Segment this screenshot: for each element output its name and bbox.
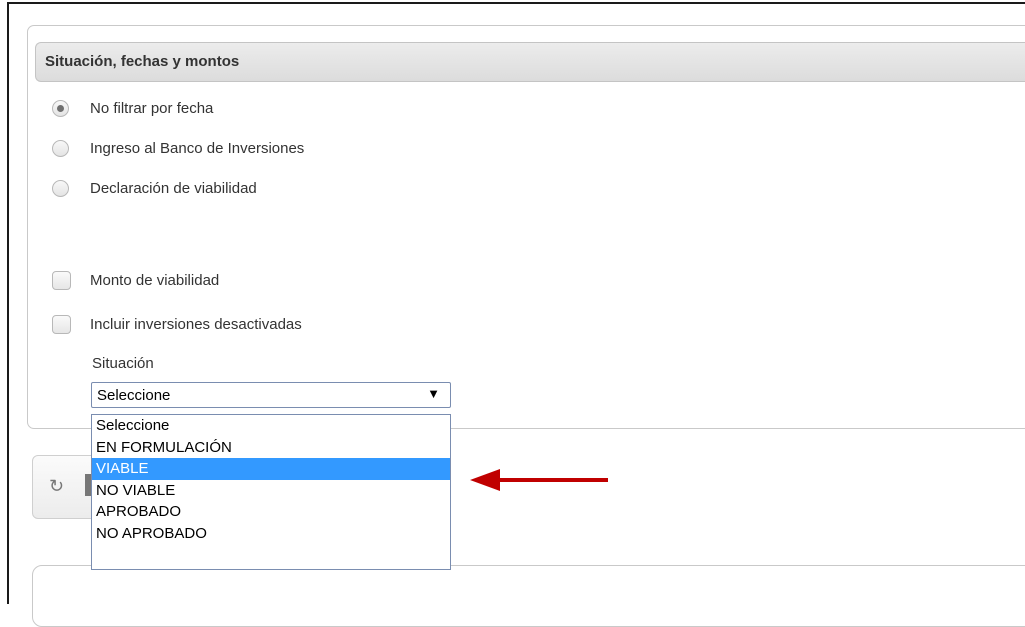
checkbox-label: Monto de viabilidad <box>90 271 220 289</box>
select-value: Seleccione <box>97 387 171 404</box>
situacion-select[interactable]: Seleccione ▼ <box>91 382 451 408</box>
refresh-button[interactable]: ↻ <box>32 455 100 519</box>
situacion-options-list[interactable]: Seleccione EN FORMULACIÓN VIABLE NO VIAB… <box>91 414 451 570</box>
radio-button[interactable] <box>52 139 69 157</box>
radio-option-declaracion-viabilidad[interactable]: Declaración de viabilidad <box>52 177 257 199</box>
checkbox[interactable] <box>52 270 71 290</box>
checkbox-incluir-desactivadas[interactable]: Incluir inversiones desactivadas <box>52 313 302 335</box>
panel-header: Situación, fechas y montos <box>35 42 1025 82</box>
panel-title: Situación, fechas y montos <box>45 53 240 70</box>
annotation-arrow <box>470 469 608 491</box>
filter-panel <box>27 25 1025 429</box>
radio-label: Declaración de viabilidad <box>90 179 257 197</box>
dropdown-arrow-icon[interactable]: ▼ <box>427 386 440 401</box>
checkbox-label: Incluir inversiones desactivadas <box>90 315 302 333</box>
option-no-aprobado[interactable]: NO APROBADO <box>92 523 450 545</box>
checkbox-monto-viabilidad[interactable]: Monto de viabilidad <box>52 269 219 291</box>
option-seleccione[interactable]: Seleccione <box>92 415 450 437</box>
checkbox[interactable] <box>52 314 71 334</box>
bottom-panel <box>32 565 1025 627</box>
refresh-icon: ↻ <box>49 476 65 496</box>
option-viable[interactable]: VIABLE <box>92 458 450 480</box>
situacion-label: Situación <box>92 355 154 372</box>
radio-button[interactable] <box>52 99 69 117</box>
radio-option-ingreso-banco[interactable]: Ingreso al Banco de Inversiones <box>52 137 304 159</box>
radio-option-no-filtrar[interactable]: No filtrar por fecha <box>52 97 213 119</box>
radio-button[interactable] <box>52 179 69 197</box>
option-no-viable[interactable]: NO VIABLE <box>92 480 450 502</box>
radio-label: Ingreso al Banco de Inversiones <box>90 139 305 157</box>
option-en-formulacion[interactable]: EN FORMULACIÓN <box>92 437 450 459</box>
option-aprobado[interactable]: APROBADO <box>92 501 450 523</box>
radio-label: No filtrar por fecha <box>90 99 214 117</box>
